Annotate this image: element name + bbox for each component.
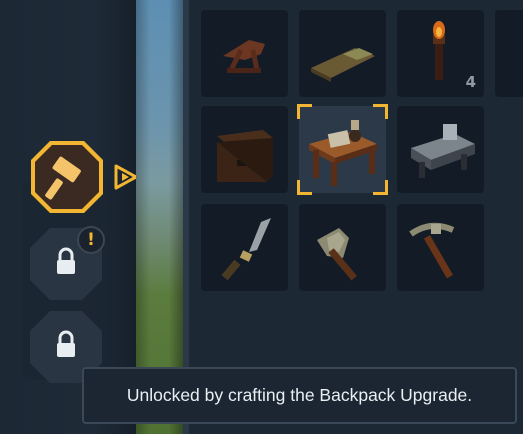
item-slot-torch[interactable]: 4 (397, 10, 484, 97)
crossbow-icon (223, 40, 265, 73)
alert-badge: ! (77, 226, 105, 254)
item-slot-anvil[interactable] (397, 106, 484, 193)
item-slot-workbench-selected[interactable] (297, 104, 388, 195)
anvil-icon (411, 124, 475, 178)
knife-icon (221, 218, 271, 281)
alert-badge-text: ! (87, 230, 95, 250)
workbench-icon (309, 120, 377, 186)
item-slot-stone-axe[interactable] (299, 204, 386, 291)
item-slot-chest[interactable] (201, 106, 288, 193)
chest-icon (217, 130, 273, 182)
item-slot-partial[interactable] (495, 10, 523, 97)
item-slot-crossbow[interactable] (201, 10, 288, 97)
stone-axe-icon (317, 228, 357, 281)
plank-icon (311, 48, 375, 82)
item-slot-plank[interactable] (299, 10, 386, 97)
category-hammer-button[interactable] (28, 138, 106, 220)
item-slot-knife[interactable] (201, 204, 288, 291)
tooltip-text: Unlocked by crafting the Backpack Upgrad… (126, 385, 473, 405)
pickaxe-icon (409, 222, 455, 279)
item-count: 4 (465, 73, 476, 91)
unlock-tooltip: Unlocked by crafting the Backpack Upgrad… (82, 367, 517, 424)
item-slot-pickaxe[interactable] (397, 204, 484, 291)
